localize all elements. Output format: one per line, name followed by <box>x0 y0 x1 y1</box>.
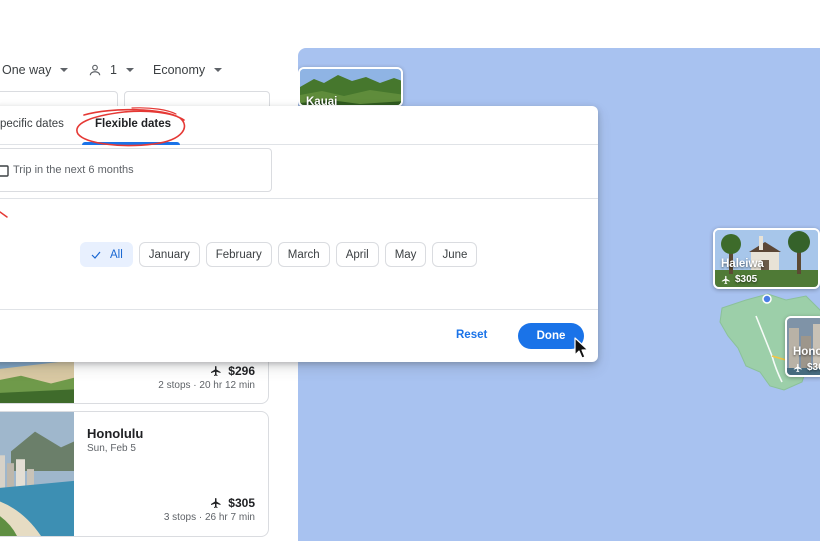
trip-type-label: One way <box>2 63 52 77</box>
honolulu-photo <box>0 412 74 536</box>
cabin-class-label: Economy <box>153 63 206 77</box>
chip-all[interactable]: All <box>80 242 133 267</box>
passengers-select[interactable]: 1 <box>88 58 134 82</box>
result-price: $305 <box>210 496 255 510</box>
divider <box>0 198 598 199</box>
month-chips: All January February March April May Jun… <box>80 242 478 267</box>
result-date: Sun, Feb 5 <box>87 443 136 454</box>
airplane-icon <box>211 498 221 508</box>
map-location-dot <box>762 294 772 304</box>
chip-january[interactable]: January <box>138 242 200 267</box>
airplane-icon <box>211 366 221 376</box>
mouse-cursor-icon <box>574 337 589 359</box>
result-stops: 2 stops · 20 hr 12 min <box>158 380 255 391</box>
map-card-price: $305 <box>721 274 757 285</box>
cabin-class-select[interactable]: Economy <box>153 58 223 82</box>
calendar-icon <box>0 165 9 177</box>
chip-february[interactable]: February <box>205 242 272 267</box>
trip-duration-field[interactable]: Trip in the next 6 months <box>0 148 272 192</box>
chip-april[interactable]: April <box>335 242 379 267</box>
red-annotation-mark <box>0 211 8 218</box>
person-icon <box>89 64 101 76</box>
map-card-name: Haleiwa <box>721 258 764 270</box>
map-card-name: Hono <box>793 346 820 358</box>
chip-may[interactable]: May <box>384 242 427 267</box>
reset-button[interactable]: Reset <box>456 329 487 341</box>
airplane-icon <box>793 363 802 372</box>
map-card-haleiwa[interactable]: Haleiwa $305 <box>713 228 820 289</box>
chevron-down-icon <box>214 68 223 72</box>
chip-june[interactable]: June <box>432 242 478 267</box>
tab-specific-dates[interactable]: pecific dates <box>0 118 64 130</box>
map-card-price: $30 <box>793 362 820 373</box>
chip-march[interactable]: March <box>277 242 330 267</box>
map-card-kauai[interactable]: Kauai <box>298 67 403 107</box>
trip-duration-text: Trip in the next 6 months <box>13 164 134 176</box>
chevron-down-icon <box>125 68 134 72</box>
divider <box>0 309 598 310</box>
tab-flexible-dates[interactable]: Flexible dates <box>95 118 171 130</box>
result-stops: 3 stops · 26 hr 7 min <box>163 512 255 523</box>
date-mode-tabs: pecific dates Flexible dates <box>0 106 598 147</box>
result-price: $296 <box>210 364 255 378</box>
date-picker-dialog: pecific dates Flexible dates Trip in the… <box>0 106 598 362</box>
result-card[interactable]: Honolulu Sun, Feb 5 $305 3 stops · 26 hr… <box>0 411 269 537</box>
active-tab-indicator <box>82 142 180 145</box>
map-card-honolulu[interactable]: Hono $30 <box>785 316 820 377</box>
check-icon <box>91 251 101 259</box>
trip-type-select[interactable]: One way <box>2 58 69 82</box>
airplane-icon <box>721 275 730 284</box>
passengers-count: 1 <box>110 63 117 77</box>
chevron-down-icon <box>60 68 69 72</box>
result-city: Honolulu <box>87 426 144 441</box>
